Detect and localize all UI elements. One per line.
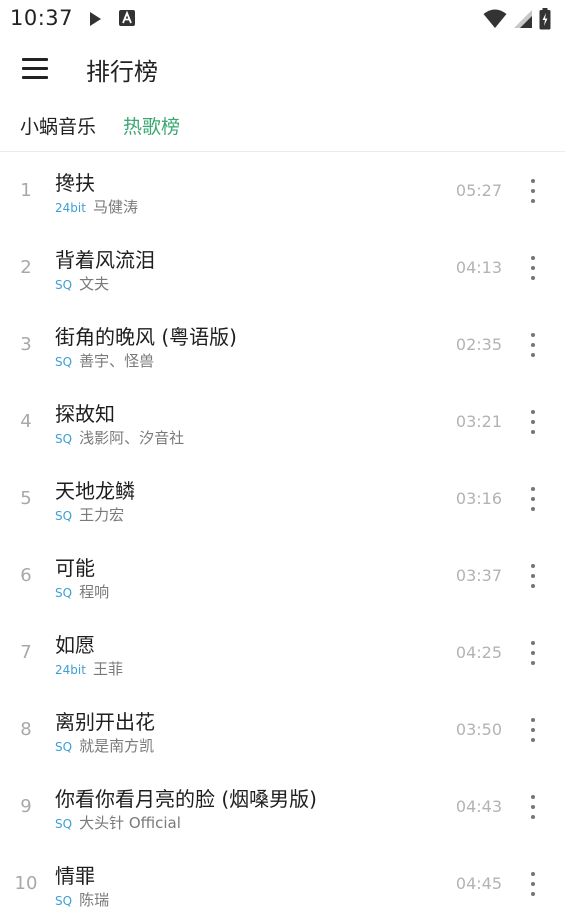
song-row[interactable]: 8 离别开出花 SQ 就是南方凯 03:50 bbox=[0, 692, 565, 769]
more-options-icon[interactable] bbox=[523, 795, 543, 819]
song-rank: 9 bbox=[20, 796, 32, 817]
status-bar: 10:37 bbox=[0, 0, 565, 38]
song-artist: 陈瑞 bbox=[79, 891, 110, 909]
song-row[interactable]: 10 情罪 SQ 陈瑞 04:45 bbox=[0, 846, 565, 923]
song-row[interactable]: 1 搀扶 24bit 马健涛 05:27 bbox=[0, 153, 565, 230]
status-time: 10:37 bbox=[10, 6, 74, 30]
battery-icon bbox=[539, 8, 551, 34]
song-artist: 浅影阿、汐音社 bbox=[79, 429, 185, 447]
quality-badge: 24bit bbox=[55, 663, 86, 677]
page-title: 排行榜 bbox=[86, 58, 158, 86]
song-rank: 5 bbox=[20, 488, 32, 509]
song-rank: 8 bbox=[20, 719, 32, 740]
song-title: 如愿 bbox=[55, 633, 95, 657]
song-list: 1 搀扶 24bit 马健涛 05:27 2 背着风流泪 SQ 文夫 04:13… bbox=[0, 153, 565, 923]
song-rank: 10 bbox=[14, 873, 38, 894]
song-rank: 4 bbox=[20, 411, 32, 432]
song-title: 背着风流泪 bbox=[55, 248, 155, 272]
song-artist: 善宇、怪兽 bbox=[79, 352, 155, 370]
more-options-icon[interactable] bbox=[523, 179, 543, 203]
song-row[interactable]: 3 街角的晚风 (粤语版) SQ 善宇、怪兽 02:35 bbox=[0, 307, 565, 384]
more-options-icon[interactable] bbox=[523, 641, 543, 665]
song-title: 探故知 bbox=[55, 402, 115, 426]
more-options-icon[interactable] bbox=[523, 872, 543, 896]
quality-badge: 24bit bbox=[55, 201, 86, 215]
song-row[interactable]: 9 你看你看月亮的脸 (烟嗓男版) SQ 大头针 Official 04:43 bbox=[0, 769, 565, 846]
song-duration: 03:50 bbox=[455, 720, 502, 739]
song-artist: 就是南方凯 bbox=[79, 737, 155, 755]
song-title: 情罪 bbox=[55, 864, 95, 888]
song-artist: 程响 bbox=[79, 583, 110, 601]
quality-badge: SQ bbox=[55, 278, 73, 292]
song-row[interactable]: 2 背着风流泪 SQ 文夫 04:13 bbox=[0, 230, 565, 307]
more-options-icon[interactable] bbox=[523, 333, 543, 357]
song-meta: SQ 程响 bbox=[55, 581, 109, 602]
song-meta: 24bit 马健涛 bbox=[55, 196, 138, 217]
song-title: 可能 bbox=[55, 556, 95, 580]
song-duration: 04:25 bbox=[455, 643, 502, 662]
song-duration: 04:13 bbox=[455, 258, 502, 277]
quality-badge: SQ bbox=[55, 509, 73, 523]
song-duration: 03:37 bbox=[455, 566, 502, 585]
song-rank: 7 bbox=[20, 642, 32, 663]
song-rank: 2 bbox=[20, 257, 32, 278]
song-meta: SQ 大头针 Official bbox=[55, 812, 181, 833]
tab-source[interactable]: 小蜗音乐 bbox=[20, 112, 96, 139]
quality-badge: SQ bbox=[55, 740, 73, 754]
song-row[interactable]: 6 可能 SQ 程响 03:37 bbox=[0, 538, 565, 615]
song-rank: 6 bbox=[20, 565, 32, 586]
menu-icon[interactable] bbox=[16, 50, 56, 86]
song-artist: 王菲 bbox=[92, 660, 123, 678]
song-duration: 04:43 bbox=[455, 797, 502, 816]
song-artist: 马健涛 bbox=[92, 198, 138, 216]
chart-tabs: 小蜗音乐 热歌榜 bbox=[0, 102, 565, 152]
more-options-icon[interactable] bbox=[523, 487, 543, 511]
wifi-icon bbox=[483, 9, 507, 33]
song-title: 天地龙鳞 bbox=[55, 479, 135, 503]
song-meta: SQ 陈瑞 bbox=[55, 889, 109, 910]
song-title: 你看你看月亮的脸 (烟嗓男版) bbox=[55, 787, 317, 811]
tab-hot-songs[interactable]: 热歌榜 bbox=[123, 112, 180, 139]
quality-badge: SQ bbox=[55, 894, 73, 908]
quality-badge: SQ bbox=[55, 432, 73, 446]
song-meta: SQ 就是南方凯 bbox=[55, 735, 154, 756]
signal-icon bbox=[513, 9, 533, 33]
song-meta: SQ 文夫 bbox=[55, 273, 109, 294]
play-icon bbox=[88, 11, 102, 31]
song-artist: 文夫 bbox=[79, 275, 110, 293]
song-rank: 1 bbox=[20, 180, 32, 201]
song-title: 搀扶 bbox=[55, 171, 95, 195]
more-options-icon[interactable] bbox=[523, 256, 543, 280]
song-title: 街角的晚风 (粤语版) bbox=[55, 325, 237, 349]
song-duration: 02:35 bbox=[455, 335, 502, 354]
song-rank: 3 bbox=[20, 334, 32, 355]
song-duration: 03:21 bbox=[455, 412, 502, 431]
song-title: 离别开出花 bbox=[55, 710, 155, 734]
quality-badge: SQ bbox=[55, 586, 73, 600]
song-meta: SQ 王力宏 bbox=[55, 504, 124, 525]
song-row[interactable]: 7 如愿 24bit 王菲 04:25 bbox=[0, 615, 565, 692]
song-duration: 04:45 bbox=[455, 874, 502, 893]
more-options-icon[interactable] bbox=[523, 410, 543, 434]
more-options-icon[interactable] bbox=[523, 718, 543, 742]
song-artist: 大头针 Official bbox=[79, 814, 181, 832]
song-duration: 03:16 bbox=[455, 489, 502, 508]
song-artist: 王力宏 bbox=[79, 506, 125, 524]
a-notification-icon bbox=[118, 9, 136, 31]
song-meta: SQ 浅影阿、汐音社 bbox=[55, 427, 184, 448]
quality-badge: SQ bbox=[55, 817, 73, 831]
more-options-icon[interactable] bbox=[523, 564, 543, 588]
quality-badge: SQ bbox=[55, 355, 73, 369]
song-meta: SQ 善宇、怪兽 bbox=[55, 350, 154, 371]
song-row[interactable]: 4 探故知 SQ 浅影阿、汐音社 03:21 bbox=[0, 384, 565, 461]
song-meta: 24bit 王菲 bbox=[55, 658, 123, 679]
app-bar: 排行榜 bbox=[0, 38, 565, 98]
song-row[interactable]: 5 天地龙鳞 SQ 王力宏 03:16 bbox=[0, 461, 565, 538]
song-duration: 05:27 bbox=[455, 181, 502, 200]
